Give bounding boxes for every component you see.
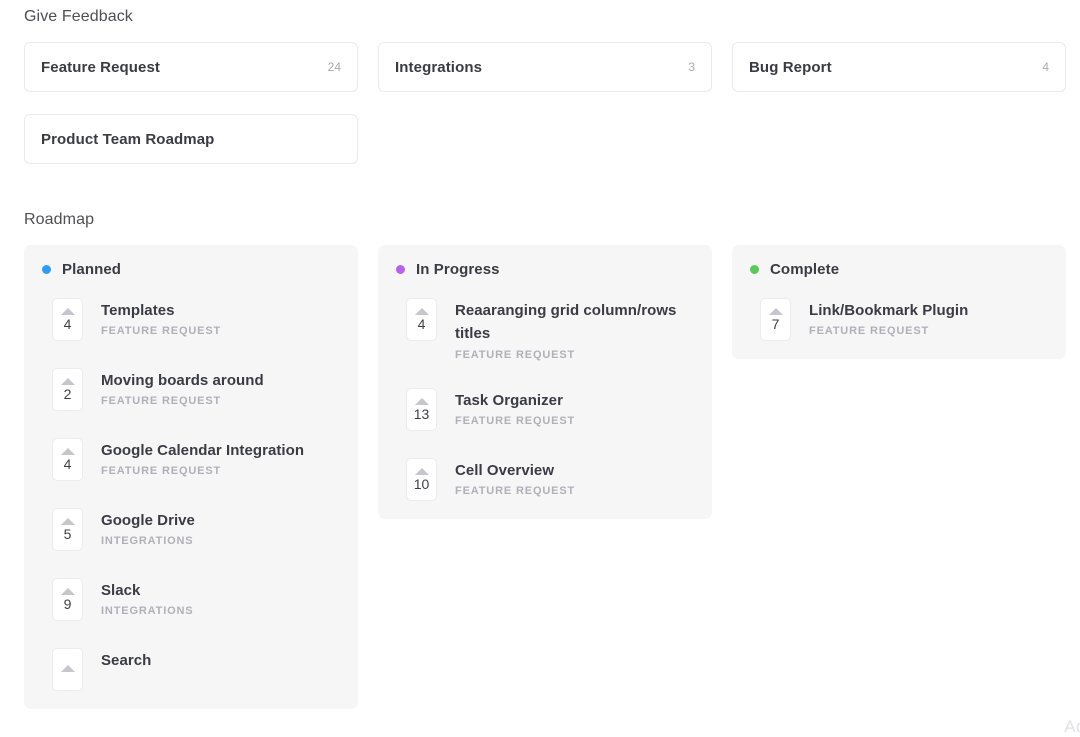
roadmap-item-body: Moving boards around FEATURE REQUEST [101,368,264,407]
roadmap-item-title: Google Drive [101,512,195,529]
roadmap-column-title: In Progress [416,261,500,278]
roadmap-column-header: Planned [38,261,344,278]
roadmap-item-title: Templates [101,302,175,319]
vote-count: 4 [63,456,72,472]
vote-count: 9 [63,596,72,612]
roadmap-column-title: Planned [62,261,122,278]
feedback-board-label: Integrations [395,58,483,76]
status-dot-icon [396,265,405,274]
vote-count: 2 [63,386,72,402]
roadmap-item-category: FEATURE REQUEST [101,465,222,478]
triangle-up-icon [60,378,75,385]
roadmap-item[interactable]: 9 Slack INTEGRATIONS [38,578,344,621]
triangle-up-icon [414,397,429,405]
roadmap-column-title: Complete [770,261,840,278]
roadmap-item-body: Slack INTEGRATIONS [101,578,194,617]
feedback-board-count: 3 [688,60,695,74]
triangle-up-icon [60,665,75,672]
cut-off-corner-label: Ad [1064,717,1080,736]
upvote-button[interactable]: 10 [406,457,437,501]
roadmap-item-category: FEATURE REQUEST [101,325,222,338]
roadmap-item[interactable]: 4 Google Calendar Integration FEATURE REQU… [38,438,344,481]
vote-count: 13 [413,405,430,422]
roadmap-item[interactable]: Search [38,648,344,691]
upvote-button[interactable]: 4 [52,438,83,481]
feedback-boards-grid: Feature Request 24 Integrations 3 Bug Report… [24,42,1066,164]
roadmap-item[interactable]: 13 Task Organizer FEATURE REQUEST [392,387,698,431]
roadmap-item-category: FEATURE REQUEST [809,325,930,338]
vote-count: 7 [771,316,780,332]
roadmap-item-title: Search [101,652,152,669]
roadmap-column: Planned 4 Templates FEATURE REQUEST 2 Moving … [24,245,358,709]
roadmap-heading: Roadmap [24,211,95,228]
upvote-button[interactable]: 7 [760,298,791,341]
upvote-button[interactable]: 2 [52,368,83,411]
roadmap-item[interactable]: 10 Cell Overview FEATURE REQUEST [392,457,698,501]
roadmap-item-body: Google Calendar Integration FEATURE REQUE… [101,438,304,477]
feedback-board-count: 4 [1042,60,1049,74]
triangle-up-icon [60,308,75,315]
roadmap-item-category: INTEGRATIONS [101,535,194,548]
roadmap-item-body: Task Organizer FEATURE REQUEST [455,388,575,427]
vote-count: 5 [63,526,72,542]
roadmap-item[interactable]: 7 Link/Bookmark Plugin FEATURE REQUEST [746,298,1052,341]
feedback-board-label: Bug Report [749,58,832,76]
triangle-up-icon [414,308,429,315]
feedback-board-label: Feature Request [41,58,161,76]
feedback-board-count: 24 [327,60,341,74]
status-dot-icon [42,265,51,274]
feedback-board-card[interactable]: Integrations 3 [378,42,712,92]
feedback-board-label: Product Team Roadmap [41,130,215,148]
roadmap-item-title: Link/Bookmark Plugin [809,302,969,319]
roadmap-page: Give Feedback Feature Request 24 Integrati… [0,0,1080,737]
roadmap-item-category: FEATURE REQUEST [101,395,222,408]
vote-count: 4 [417,316,426,332]
roadmap-item-title: Task Organizer [455,391,563,409]
roadmap-columns-grid: Planned 4 Templates FEATURE REQUEST 2 Moving … [24,245,1066,709]
triangle-up-icon [414,467,429,475]
give-feedback-heading: Give Feedback [24,8,133,25]
roadmap-item-body: Link/Bookmark Plugin FEATURE REQUEST [809,298,968,337]
status-dot-icon [750,265,759,274]
feedback-board-card[interactable]: Bug Report 4 [732,42,1066,92]
roadmap-item-body: Search [101,648,151,675]
upvote-button[interactable]: 4 [406,298,437,341]
roadmap-item-title: Moving boards around [101,372,264,389]
roadmap-column-header: In Progress [392,261,698,278]
upvote-button[interactable]: 4 [52,298,83,341]
roadmap-item-category: FEATURE REQUEST [455,414,576,427]
roadmap-item[interactable]: 2 Moving boards around FEATURE REQUEST [38,368,344,411]
roadmap-column: Complete 7 Link/Bookmark Plugin FEATURE REQ… [732,245,1066,359]
roadmap-item-body: Templates FEATURE REQUEST [101,298,221,337]
upvote-button[interactable]: 9 [52,578,83,621]
upvote-button[interactable]: 13 [406,387,437,431]
roadmap-item[interactable]: 5 Google Drive INTEGRATIONS [38,508,344,551]
triangle-up-icon [60,588,75,595]
triangle-up-icon [60,448,75,455]
upvote-button[interactable]: 5 [52,508,83,551]
triangle-up-icon [60,518,75,525]
feedback-board-card[interactable]: Product Team Roadmap [24,114,358,164]
roadmap-item[interactable]: 4 Reaaranging grid column/rows titles FEAT… [392,298,698,361]
roadmap-item-title: Google Calendar Integration [101,442,305,459]
vote-count: 4 [63,316,72,332]
roadmap-item-title: Cell Overview [455,461,555,479]
upvote-button[interactable] [52,648,83,691]
vote-count: 10 [413,475,430,492]
roadmap-item-category: FEATURE REQUEST [455,484,576,497]
roadmap-item-body: Reaaranging grid column/rows titles FEATU… [455,298,698,361]
roadmap-item-title: Slack [101,582,141,599]
roadmap-item-body: Google Drive INTEGRATIONS [101,508,195,547]
roadmap-column-header: Complete [746,261,1052,278]
roadmap-item-category: FEATURE REQUEST [455,348,576,361]
roadmap-item[interactable]: 4 Templates FEATURE REQUEST [38,298,344,341]
roadmap-item-title: Reaaranging grid column/rows titles [455,302,677,343]
roadmap-item-body: Cell Overview FEATURE REQUEST [455,458,575,497]
roadmap-item-category: INTEGRATIONS [101,605,194,618]
roadmap-column: In Progress 4 Reaaranging grid column/rows… [378,245,712,519]
feedback-board-card[interactable]: Feature Request 24 [24,42,358,92]
triangle-up-icon [768,308,783,315]
